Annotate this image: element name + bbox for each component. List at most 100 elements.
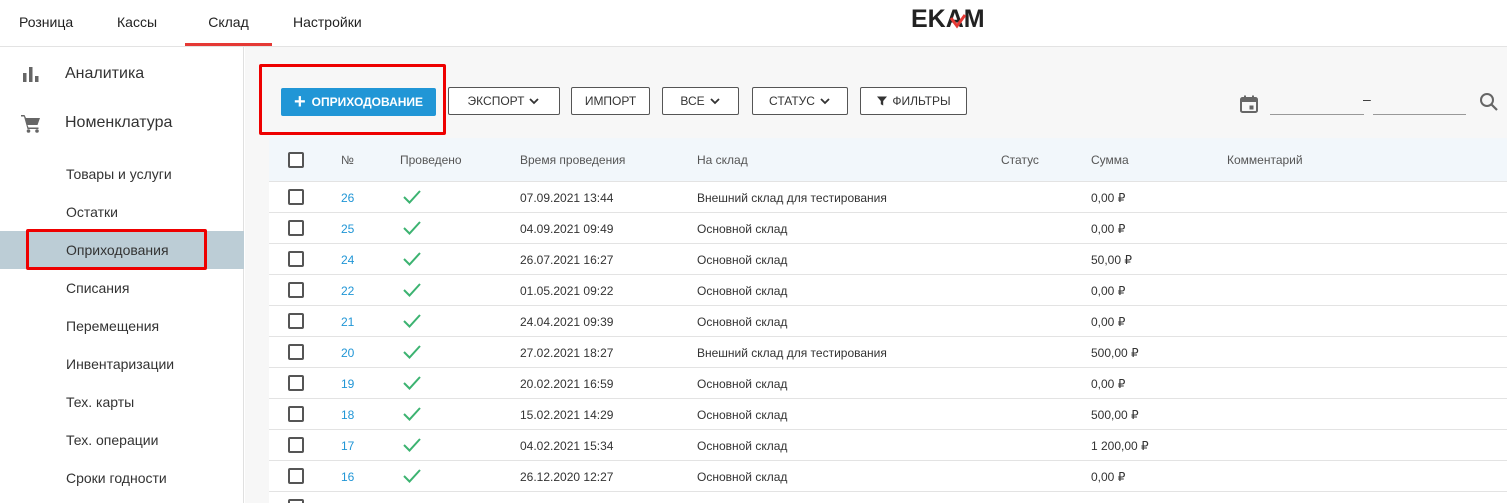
tab-cash-registers[interactable]: Кассы <box>117 0 159 46</box>
row-number-link[interactable]: 24 <box>341 253 354 267</box>
export-label: ЭКСПОРТ <box>467 94 525 108</box>
search-icon[interactable] <box>1479 92 1499 112</box>
row-time: 04.09.2021 09:49 <box>520 222 614 236</box>
row-time: 04.02.2021 15:34 <box>520 439 614 453</box>
sidebar-item-transfers[interactable]: Перемещения <box>0 307 244 345</box>
row-number-link[interactable]: 17 <box>341 439 354 453</box>
active-tab-underline <box>185 43 272 46</box>
sidebar-item-write-offs[interactable]: Списания <box>0 269 244 307</box>
table-row[interactable]: 26 07.09.2021 13:44 Внешний склад для тест… <box>269 182 1507 213</box>
row-checkbox[interactable] <box>288 375 304 391</box>
header-posted[interactable]: Проведено <box>400 153 462 167</box>
tab-retail[interactable]: Розница <box>19 0 75 46</box>
table-row[interactable]: 24 26.07.2021 16:27 Основной склад 50,00 ₽ <box>269 244 1507 275</box>
header-warehouse[interactable]: На склад <box>697 153 748 167</box>
export-button[interactable]: ЭКСПОРТ <box>448 87 560 115</box>
status-filter-button[interactable]: СТАТУС <box>752 87 848 115</box>
row-sum: 0,00 ₽ <box>1091 377 1126 391</box>
table-row-partial[interactable] <box>269 492 1507 503</box>
sidebar-item-label: Номенклатура <box>65 114 173 131</box>
row-number-link[interactable]: 16 <box>341 470 354 484</box>
row-time: 24.04.2021 09:39 <box>520 315 614 329</box>
sidebar-item-label: Тех. операции <box>66 432 159 448</box>
row-number-link[interactable]: 25 <box>341 222 354 236</box>
sidebar: Аналитика Номенклатура Товары и услуги О… <box>0 47 244 503</box>
sidebar-item-goods-services[interactable]: Товары и услуги <box>0 155 244 193</box>
row-number-link[interactable]: 18 <box>341 408 354 422</box>
row-sum: 0,00 ₽ <box>1091 222 1126 236</box>
row-checkbox[interactable] <box>288 437 304 453</box>
row-number-link[interactable]: 20 <box>341 346 354 360</box>
row-warehouse: Внешний склад для тестирования <box>697 191 887 205</box>
header-comment[interactable]: Комментарий <box>1227 153 1303 167</box>
tab-settings[interactable]: Настройки <box>293 0 365 46</box>
row-warehouse: Основной склад <box>697 439 788 453</box>
row-sum: 0,00 ₽ <box>1091 315 1126 329</box>
tab-warehouse[interactable]: Склад <box>185 0 272 46</box>
row-checkbox[interactable] <box>288 313 304 329</box>
receipts-table: № Проведено Время проведения На склад Ст… <box>269 138 1507 503</box>
sidebar-item-nomenclature[interactable]: Номенклатура <box>0 99 244 147</box>
row-number-link[interactable]: 21 <box>341 315 354 329</box>
logo-text: EKAM <box>911 6 985 30</box>
row-checkbox[interactable] <box>288 344 304 360</box>
table-row[interactable]: 16 26.12.2020 12:27 Основной склад 0,00 ₽ <box>269 461 1507 492</box>
top-bar: Розница Кассы Склад Настройки EKAM <box>0 0 1507 47</box>
ekam-logo[interactable]: EKAM <box>911 6 1015 30</box>
row-checkbox[interactable] <box>288 189 304 205</box>
all-filter-button[interactable]: ВСЕ <box>662 87 739 115</box>
sidebar-item-analytics[interactable]: Аналитика <box>0 50 244 98</box>
sidebar-item-label: Перемещения <box>66 318 160 334</box>
header-status[interactable]: Статус <box>1001 153 1039 167</box>
filters-button[interactable]: ФИЛЬТРЫ <box>860 87 967 115</box>
date-from-field[interactable] <box>1270 114 1364 115</box>
check-icon <box>403 190 421 204</box>
table-row[interactable]: 25 04.09.2021 09:49 Основной склад 0,00 ₽ <box>269 213 1507 244</box>
row-time: 27.02.2021 18:27 <box>520 346 614 360</box>
table-row[interactable]: 20 27.02.2021 18:27 Внешний склад для тест… <box>269 337 1507 368</box>
row-checkbox[interactable] <box>288 406 304 422</box>
status-label: СТАТУС <box>769 94 815 108</box>
header-sum[interactable]: Сумма <box>1091 153 1129 167</box>
bar-chart-icon <box>23 67 39 82</box>
date-to-field[interactable] <box>1373 114 1466 115</box>
row-number-link[interactable]: 22 <box>341 284 354 298</box>
sidebar-item-tech-operations[interactable]: Тех. операции <box>0 421 244 459</box>
sidebar-item-label: Тех. карты <box>66 394 135 410</box>
sidebar-item-expiry-dates[interactable]: Сроки годности <box>0 459 244 497</box>
header-number[interactable]: № <box>341 153 354 167</box>
table-row[interactable]: 21 24.04.2021 09:39 Основной склад 0,00 ₽ <box>269 306 1507 337</box>
row-number-link[interactable]: 26 <box>341 191 354 205</box>
sidebar-item-tech-cards[interactable]: Тех. карты <box>0 383 244 421</box>
row-warehouse: Основной склад <box>697 315 788 329</box>
row-checkbox[interactable] <box>288 499 304 503</box>
sidebar-item-inventories[interactable]: Инвентаризации <box>0 345 244 383</box>
table-row[interactable]: 19 20.02.2021 16:59 Основной склад 0,00 ₽ <box>269 368 1507 399</box>
row-checkbox[interactable] <box>288 220 304 236</box>
row-warehouse: Основной склад <box>697 408 788 422</box>
sidebar-item-stock[interactable]: Остатки <box>0 193 244 231</box>
row-checkbox[interactable] <box>288 468 304 484</box>
calendar-icon[interactable] <box>1239 94 1259 114</box>
header-time[interactable]: Время проведения <box>520 153 625 167</box>
row-checkbox[interactable] <box>288 282 304 298</box>
table-row[interactable]: 17 04.02.2021 15:34 Основной склад 1 200,00… <box>269 430 1507 461</box>
check-icon <box>403 345 421 359</box>
row-time: 01.05.2021 09:22 <box>520 284 614 298</box>
sidebar-item-label: Списания <box>66 280 130 296</box>
highlight-add-button <box>259 64 446 135</box>
check-icon <box>403 221 421 235</box>
row-time: 15.02.2021 14:29 <box>520 408 614 422</box>
row-number-link[interactable]: 19 <box>341 377 354 391</box>
import-button[interactable]: ИМПОРТ <box>571 87 650 115</box>
sidebar-item-label: Остатки <box>66 204 118 220</box>
check-icon <box>403 469 421 483</box>
row-warehouse: Внешний склад для тестирования <box>697 346 887 360</box>
filter-icon <box>877 96 888 106</box>
table-row[interactable]: 18 15.02.2021 14:29 Основной склад 500,00 ₽ <box>269 399 1507 430</box>
row-checkbox[interactable] <box>288 251 304 267</box>
select-all-checkbox[interactable] <box>288 152 304 168</box>
row-time: 07.09.2021 13:44 <box>520 191 614 205</box>
date-separator: – <box>1363 91 1371 107</box>
table-row[interactable]: 22 01.05.2021 09:22 Основной склад 0,00 ₽ <box>269 275 1507 306</box>
